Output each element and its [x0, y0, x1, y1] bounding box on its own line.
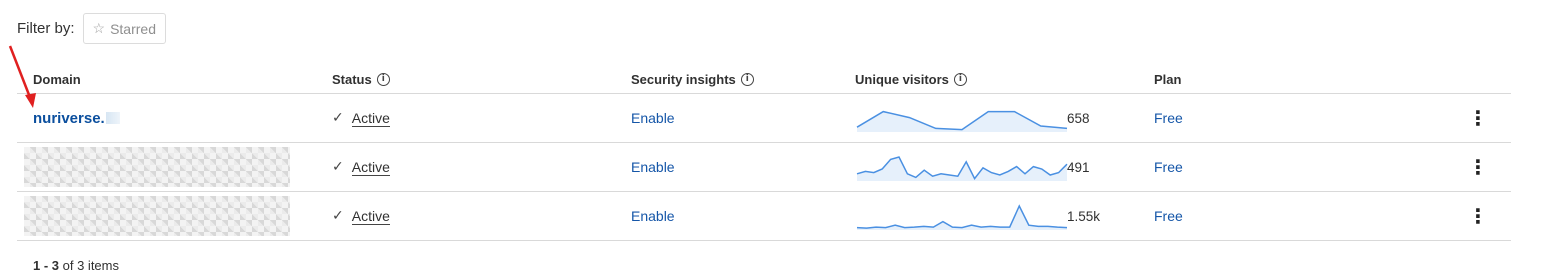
- pagination-summary: 1 - 3 of 3 items: [33, 258, 119, 273]
- redacted-domain: [24, 147, 290, 187]
- row-actions: ⋮: [1468, 143, 1488, 191]
- enable-security-link[interactable]: Enable: [631, 208, 675, 224]
- column-header-status: Status i: [332, 72, 390, 87]
- column-header-security-insights: Security insights i: [631, 72, 754, 87]
- security-cell: Enable: [631, 192, 675, 240]
- row-actions: ⋮: [1468, 192, 1488, 240]
- starred-filter-button[interactable]: ☆ Starred: [82, 13, 166, 44]
- pagination-total: of 3 items: [62, 258, 119, 273]
- row-actions: ⋮: [1468, 94, 1488, 142]
- info-icon[interactable]: i: [953, 73, 967, 86]
- plan-link[interactable]: Free: [1154, 110, 1183, 126]
- visitor-count: 658: [1067, 110, 1090, 126]
- enable-security-link[interactable]: Enable: [631, 110, 675, 126]
- plan-cell: Free: [1154, 143, 1183, 191]
- table-row: ✓ Active Enable 1.55k Free ⋮: [17, 192, 1511, 241]
- visitors-sparkline: [856, 204, 1068, 230]
- visitors-sparkline: [856, 156, 1068, 181]
- check-icon: ✓: [332, 208, 344, 224]
- plan-cell: Free: [1154, 94, 1183, 142]
- redacted-domain-suffix: [105, 112, 120, 124]
- pagination-range: 1 - 3: [33, 258, 60, 273]
- security-cell: Enable: [631, 94, 675, 142]
- plan-link[interactable]: Free: [1154, 208, 1183, 224]
- column-header-plan: Plan: [1154, 72, 1182, 87]
- info-icon[interactable]: i: [376, 73, 390, 86]
- more-vertical-icon[interactable]: ⋮: [1468, 206, 1488, 226]
- check-icon: ✓: [332, 159, 344, 175]
- status-cell: ✓ Active: [332, 143, 390, 191]
- domain-cell: [17, 143, 297, 191]
- status-cell: ✓ Active: [332, 94, 390, 142]
- visitor-count: 491: [1067, 159, 1090, 175]
- status-active[interactable]: Active: [351, 159, 390, 176]
- visitors-cell: 1.55k: [855, 192, 1100, 240]
- plan-cell: Free: [1154, 192, 1183, 240]
- redacted-domain: [24, 196, 290, 236]
- status-active[interactable]: Active: [351, 110, 390, 127]
- more-vertical-icon[interactable]: ⋮: [1468, 108, 1488, 128]
- visitor-count: 1.55k: [1067, 208, 1101, 224]
- table-row: nuriverse. ✓ Active Enable 658 Free ⋮: [17, 94, 1511, 143]
- plan-link[interactable]: Free: [1154, 159, 1183, 175]
- visitors-cell: 658: [855, 94, 1090, 142]
- table-header: Domain Status i Security insights i Unique…: [17, 62, 1511, 94]
- domain-cell: [17, 192, 297, 240]
- info-icon[interactable]: i: [740, 73, 754, 86]
- annotation-arrow-icon: [8, 45, 36, 108]
- starred-label: Starred: [110, 20, 156, 37]
- table-row: ✓ Active Enable 491 Free ⋮: [17, 143, 1511, 192]
- more-vertical-icon[interactable]: ⋮: [1468, 157, 1488, 177]
- domains-table: Domain Status i Security insights i Unique…: [17, 62, 1511, 241]
- security-cell: Enable: [631, 143, 675, 191]
- status-cell: ✓ Active: [332, 192, 390, 240]
- enable-security-link[interactable]: Enable: [631, 159, 675, 175]
- status-active[interactable]: Active: [351, 208, 390, 225]
- check-icon: ✓: [332, 110, 344, 126]
- visitors-cell: 491: [855, 143, 1090, 191]
- column-header-unique-visitors: Unique visitors i: [855, 72, 967, 87]
- visitors-sparkline: [856, 110, 1068, 132]
- star-outline-icon: ☆: [92, 20, 106, 36]
- sparkline-line: [856, 204, 1068, 229]
